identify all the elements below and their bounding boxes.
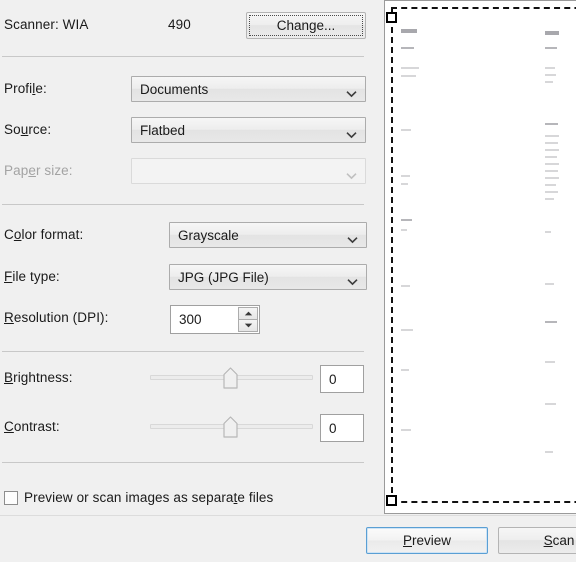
scan-button[interactable]: Scan <box>498 527 576 554</box>
preview-button[interactable]: Preview <box>366 527 488 554</box>
settings-panel: Scanner: WIA 490 Change... Profile: Docu… <box>0 0 380 515</box>
color-format-row: Color format: Grayscale <box>0 222 380 248</box>
brightness-value: 0 <box>329 371 337 387</box>
file-type-combobox[interactable]: JPG (JPG File) <box>169 264 367 290</box>
separate-files-label: Preview or scan images as separate files <box>24 490 274 505</box>
scanner-row: Scanner: WIA 490 Change... <box>0 12 380 39</box>
file-type-value: JPG (JPG File) <box>178 269 269 285</box>
scan-preview-pane[interactable] <box>384 0 576 514</box>
separator-2 <box>2 204 364 205</box>
scanner-label: Scanner: WIA <box>4 17 89 32</box>
scanner-value: 490 <box>168 17 191 32</box>
chevron-down-icon <box>346 86 357 98</box>
change-scanner-button[interactable]: Change... <box>246 12 366 39</box>
separator-4 <box>2 462 364 463</box>
source-label: Source: <box>4 122 52 137</box>
contrast-row: Contrast: 0 <box>0 414 380 442</box>
resolution-row: Resolution (DPI): 300 <box>0 305 380 334</box>
chevron-down-icon <box>346 168 357 180</box>
resolution-input[interactable]: 300 <box>170 305 260 334</box>
source-value: Flatbed <box>140 122 186 138</box>
separate-files-checkbox[interactable] <box>4 491 18 505</box>
paper-size-row: Paper size: <box>0 158 380 184</box>
contrast-value-input[interactable]: 0 <box>320 414 364 442</box>
paper-size-label: Paper size: <box>4 163 73 178</box>
contrast-value: 0 <box>329 420 337 436</box>
file-type-label: File type: <box>4 269 60 284</box>
selection-handle-bottom-left[interactable] <box>386 495 397 506</box>
chevron-down-icon <box>347 274 358 286</box>
profile-label: Profile: <box>4 81 47 96</box>
source-combobox[interactable]: Flatbed <box>131 117 366 143</box>
chevron-down-icon <box>346 127 357 139</box>
change-scanner-label: Change... <box>276 18 336 33</box>
source-row: Source: Flatbed <box>0 117 380 143</box>
separate-files-row[interactable]: Preview or scan images as separate files <box>0 486 380 512</box>
resolution-value: 300 <box>179 312 202 327</box>
chevron-down-icon <box>347 232 358 244</box>
profile-combobox[interactable]: Documents <box>131 76 366 102</box>
resolution-stepper[interactable] <box>238 307 258 332</box>
scanned-page-image <box>385 1 576 513</box>
scan-dialog: Scanner: WIA 490 Change... Profile: Docu… <box>0 0 576 562</box>
color-format-combobox[interactable]: Grayscale <box>169 222 367 248</box>
scan-button-label: Scan <box>543 533 575 548</box>
contrast-label: Contrast: <box>4 419 60 434</box>
contrast-slider-thumb[interactable] <box>223 416 238 438</box>
profile-value: Documents <box>140 81 209 97</box>
brightness-value-input[interactable]: 0 <box>320 365 364 393</box>
color-format-value: Grayscale <box>178 227 239 243</box>
file-type-row: File type: JPG (JPG File) <box>0 264 380 290</box>
separator-3 <box>2 351 364 352</box>
stepper-down-button[interactable] <box>238 320 258 332</box>
preview-button-label: Preview <box>402 533 452 548</box>
selection-handle-top-left[interactable] <box>386 12 397 23</box>
brightness-row: Brightness: 0 <box>0 365 380 393</box>
brightness-slider-thumb[interactable] <box>223 367 238 389</box>
separator-1 <box>2 56 364 57</box>
stepper-up-button[interactable] <box>238 307 258 320</box>
profile-row: Profile: Documents <box>0 76 380 102</box>
brightness-label: Brightness: <box>4 370 73 385</box>
color-format-label: Color format: <box>4 227 84 242</box>
paper-size-combobox <box>131 158 366 184</box>
resolution-label: Resolution (DPI): <box>4 310 109 325</box>
dialog-button-bar: Preview Scan <box>0 515 576 562</box>
